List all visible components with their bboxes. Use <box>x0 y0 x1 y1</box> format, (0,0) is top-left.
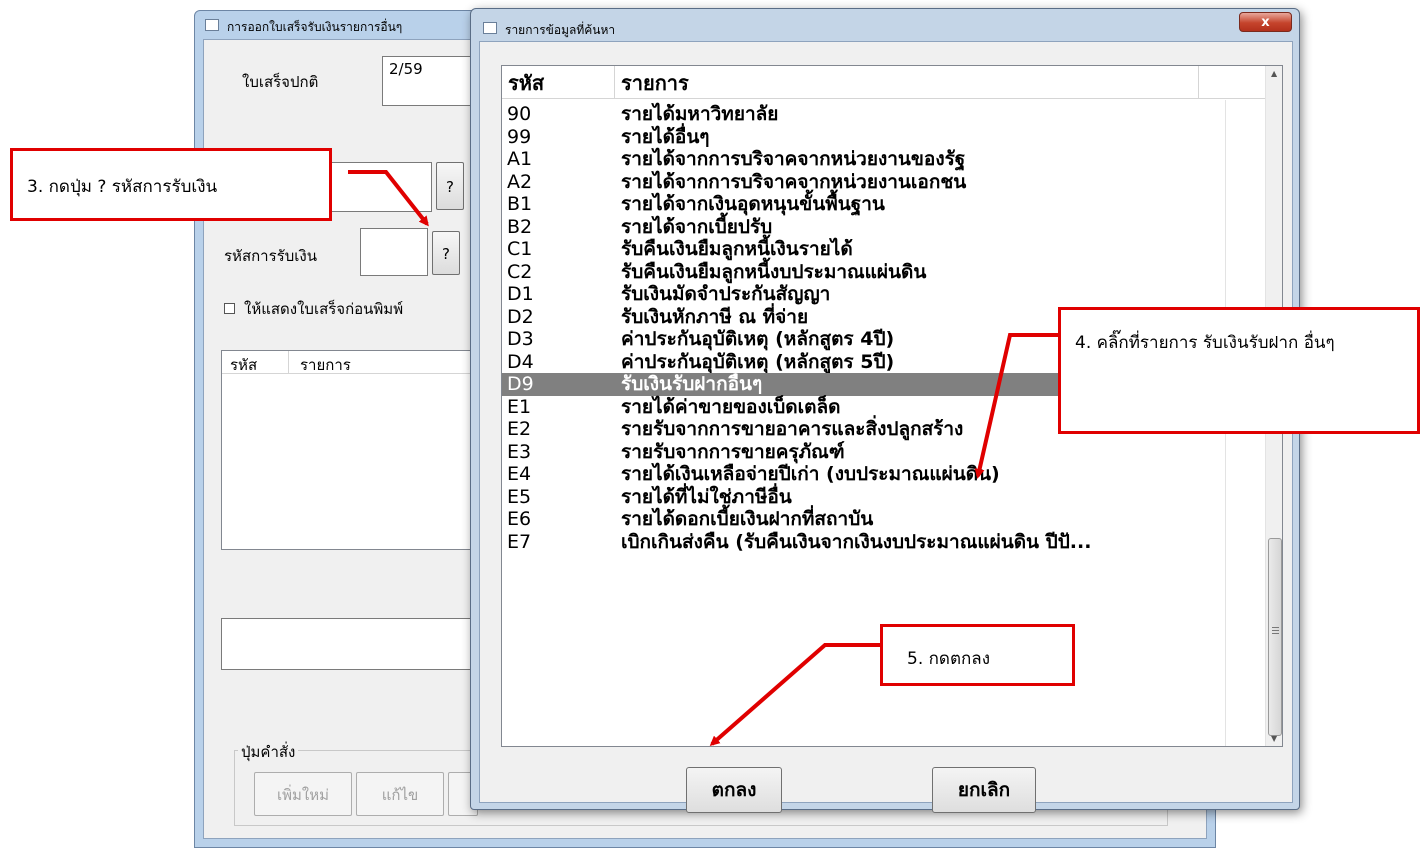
step3-arrow <box>348 170 429 227</box>
step5-arrow <box>709 643 880 746</box>
annotation-arrows <box>348 170 1058 746</box>
step4-arrow <box>974 333 1058 479</box>
